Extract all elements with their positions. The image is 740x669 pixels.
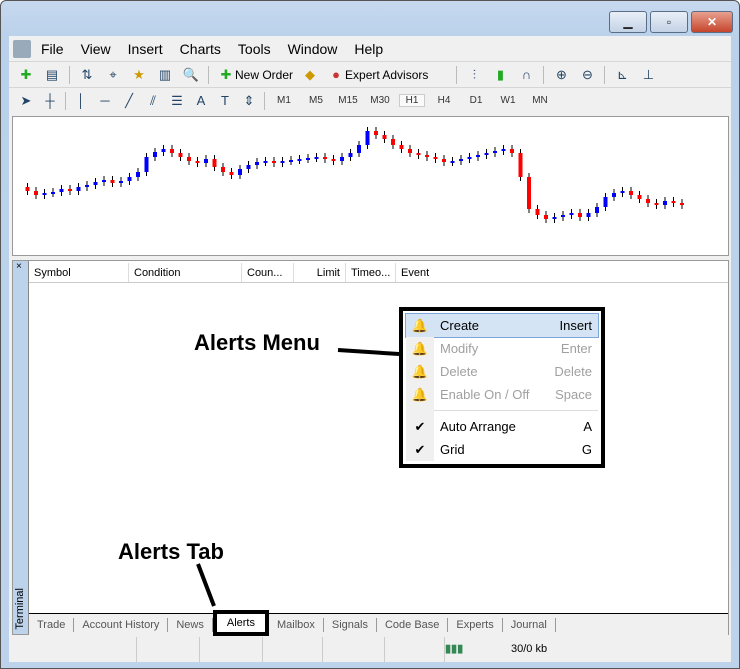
annotation-arrows [196, 348, 400, 607]
annotation-alerts-tab: Alerts Tab [118, 539, 224, 564]
